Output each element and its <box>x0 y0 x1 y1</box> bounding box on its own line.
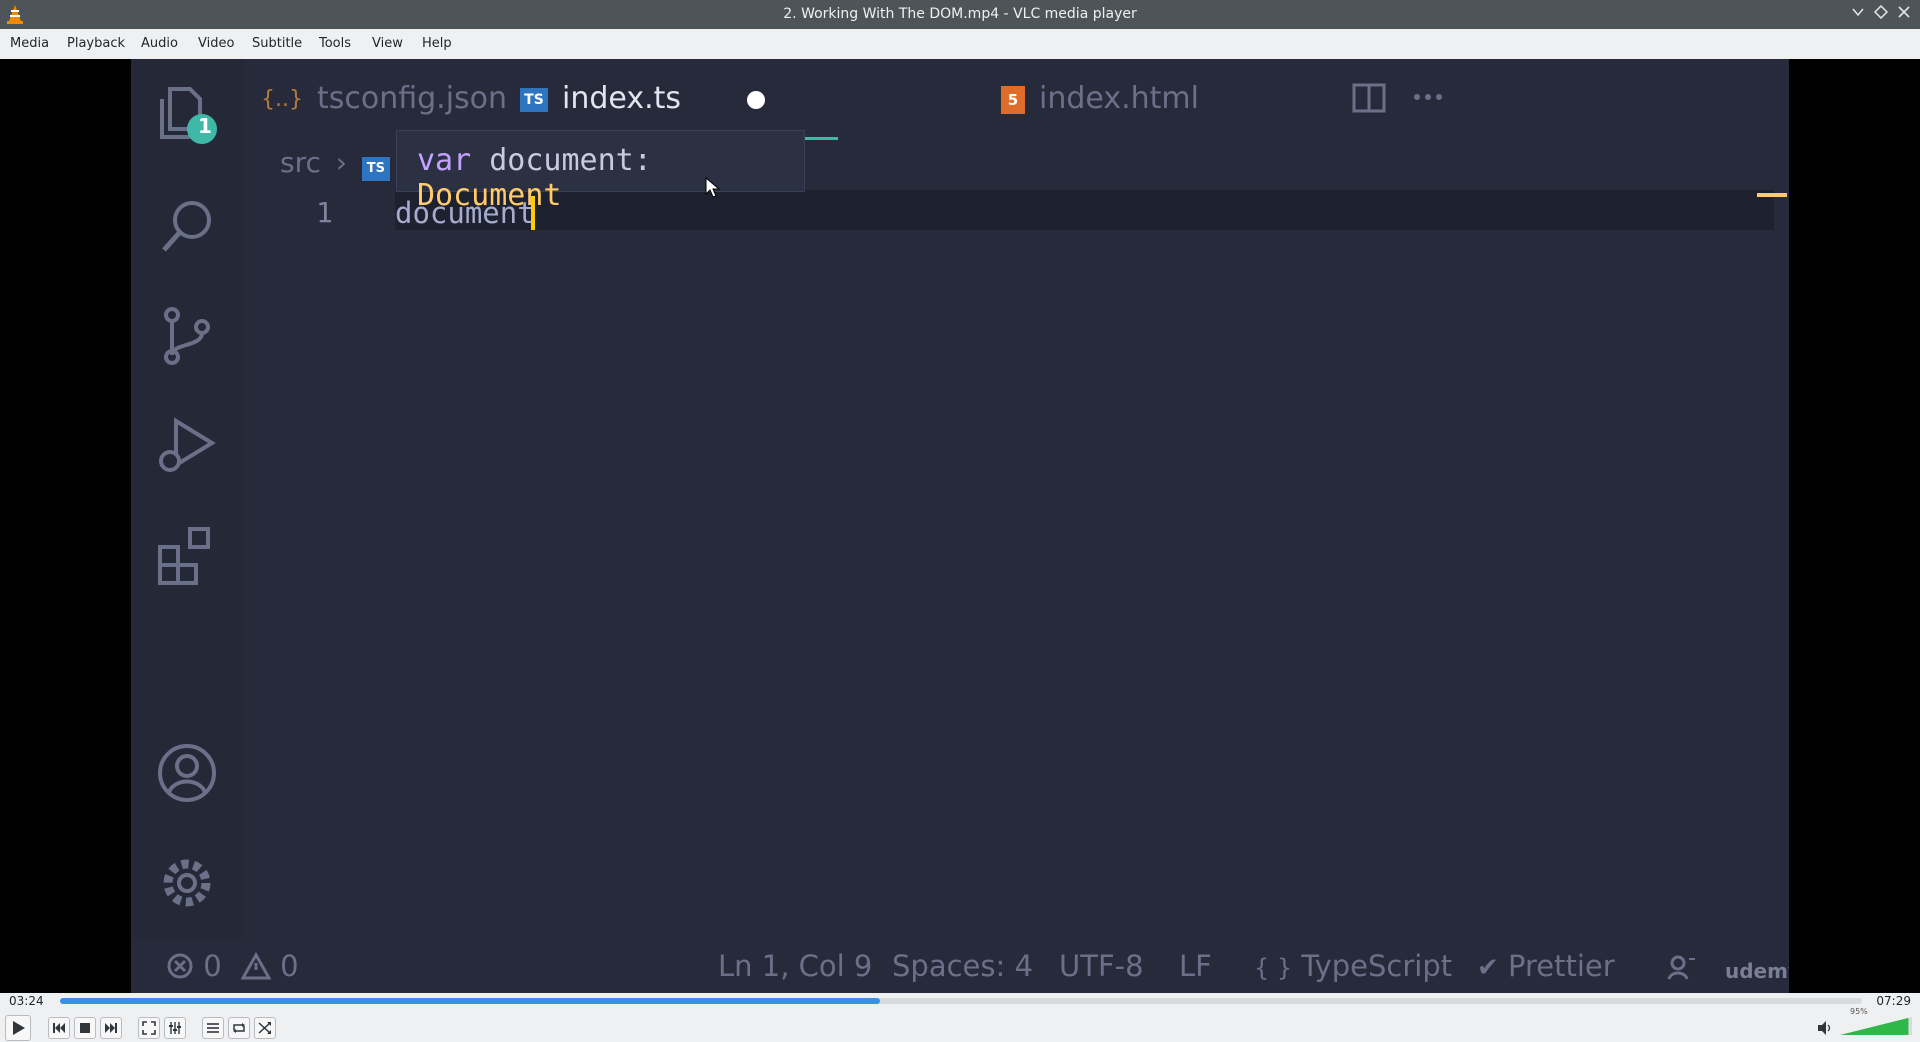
breadcrumb: src › TS <box>280 146 390 181</box>
tab-index-html: 5 index.html <box>1001 81 1199 116</box>
extended-settings-button[interactable] <box>164 1017 186 1039</box>
search-icon <box>156 196 218 258</box>
feedback-icon <box>1667 955 1695 980</box>
formatter: ✔ Prettier <box>1477 949 1615 983</box>
explorer-badge: 1 <box>198 114 212 138</box>
menu-video[interactable]: Video <box>198 36 234 51</box>
stop-icon <box>80 1023 90 1033</box>
loop-button[interactable] <box>228 1017 250 1039</box>
close-icon[interactable] <box>1895 5 1913 23</box>
settings-icon <box>156 852 218 914</box>
indentation: Spaces: 4 <box>892 949 1033 983</box>
seek-progress <box>60 998 880 1004</box>
loop-icon <box>233 1023 245 1033</box>
warning-count: 0 <box>280 949 299 983</box>
language-label: TypeScript <box>1301 949 1453 983</box>
tab-tsconfig: {..} tsconfig.json <box>261 81 507 116</box>
end-of-line: LF <box>1179 949 1212 983</box>
extensions-icon <box>156 525 218 587</box>
speaker-icon[interactable] <box>1816 1019 1834 1037</box>
tab-index-ts: TS index.ts <box>520 81 765 116</box>
cursor-position: Ln 1, Col 9 <box>718 949 873 983</box>
minimap-marker <box>1757 193 1787 197</box>
vlc-window: 2. Working With The DOM.mp4 - VLC media … <box>0 0 1920 1042</box>
menu-bar: Media Playback Audio Video Subtitle Tool… <box>0 29 1920 60</box>
json-braces-icon: {..} <box>261 87 303 112</box>
breadcrumb-folder: src <box>280 146 321 179</box>
tooltip-name: document: <box>489 143 652 178</box>
playlist-button[interactable] <box>202 1017 224 1039</box>
udemy-watermark: udemy <box>1725 959 1789 983</box>
window-title: 2. Working With The DOM.mp4 - VLC media … <box>783 6 1137 22</box>
tab-label: tsconfig.json <box>316 81 508 116</box>
total-time: 07:29 <box>1876 994 1911 1008</box>
editor-tabs: {..} tsconfig.json TS index.ts 5 index.html <box>243 59 1789 140</box>
seek-slider[interactable] <box>60 998 1862 1004</box>
double-check-icon: ✔ <box>1477 953 1499 983</box>
next-button[interactable] <box>100 1017 122 1039</box>
maximize-icon[interactable] <box>1872 4 1890 23</box>
volume-level <box>1840 1017 1909 1035</box>
tab-label: index.html <box>1039 81 1199 116</box>
previous-icon <box>53 1023 65 1033</box>
split-editor-icon <box>1352 83 1386 113</box>
source-control-icon <box>156 305 218 367</box>
encoding: UTF-8 <box>1059 949 1144 983</box>
run-debug-icon <box>156 415 218 477</box>
formatter-label: Prettier <box>1508 949 1615 983</box>
error-count: 0 <box>203 949 222 983</box>
player-controls: 03:24 07:29 95% <box>0 993 1920 1042</box>
menu-help[interactable]: Help <box>422 36 452 51</box>
html5-file-icon: 5 <box>1001 85 1025 114</box>
error-circle-icon <box>167 953 193 979</box>
warning-icon <box>240 951 272 980</box>
fullscreen-button[interactable] <box>138 1017 160 1039</box>
stop-button[interactable] <box>74 1017 96 1039</box>
explorer-icon: 1 <box>156 83 218 145</box>
active-tab-underline <box>802 137 838 140</box>
mouse-pointer-icon <box>705 177 721 198</box>
line-number: 1 <box>316 196 333 229</box>
volume-slider[interactable] <box>1840 1015 1912 1035</box>
menu-media[interactable]: Media <box>10 36 49 51</box>
menu-subtitle[interactable]: Subtitle <box>252 36 302 51</box>
typescript-file-icon: TS <box>361 157 390 181</box>
play-button[interactable] <box>5 1015 31 1041</box>
playlist-icon <box>207 1023 219 1033</box>
next-icon <box>105 1023 117 1033</box>
unsaved-dot-icon <box>746 90 765 109</box>
extended-settings-icon <box>169 1022 181 1034</box>
hover-tooltip: var document: Document <box>396 130 805 213</box>
fullscreen-icon <box>142 1021 156 1035</box>
title-bar: 2. Working With The DOM.mp4 - VLC media … <box>0 0 1920 29</box>
typescript-file-icon: TS <box>520 87 548 112</box>
menu-tools[interactable]: Tools <box>319 36 351 51</box>
elapsed-time: 03:24 <box>9 994 44 1008</box>
video-frame-vscode: 1 {..} tsconfig.json TS index.ts 5 index… <box>131 59 1789 993</box>
more-actions-icon <box>1414 94 1442 100</box>
language-mode: { } TypeScript <box>1254 949 1452 983</box>
tooltip-keyword: var <box>417 143 472 178</box>
chevron-right-icon: › <box>335 146 347 179</box>
tooltip-type: Document <box>417 178 562 213</box>
account-icon <box>156 742 218 804</box>
shuffle-icon <box>258 1022 271 1034</box>
shuffle-button[interactable] <box>254 1017 276 1039</box>
menu-playback[interactable]: Playback <box>67 36 125 51</box>
video-area[interactable]: 1 {..} tsconfig.json TS index.ts 5 index… <box>0 59 1920 993</box>
menu-audio[interactable]: Audio <box>141 36 178 51</box>
editor-status-bar: 0 0 Ln 1, Col 9 Spaces: 4 UTF-8 LF { } T… <box>131 939 1789 993</box>
tab-label: index.ts <box>562 81 682 116</box>
menu-view[interactable]: View <box>372 36 403 51</box>
braces-icon: { } <box>1254 954 1293 982</box>
minimize-icon[interactable] <box>1849 5 1867 23</box>
previous-button[interactable] <box>48 1017 70 1039</box>
play-icon <box>13 1021 25 1035</box>
activity-bar: 1 <box>131 59 243 939</box>
errors-status: 0 0 <box>166 949 299 983</box>
